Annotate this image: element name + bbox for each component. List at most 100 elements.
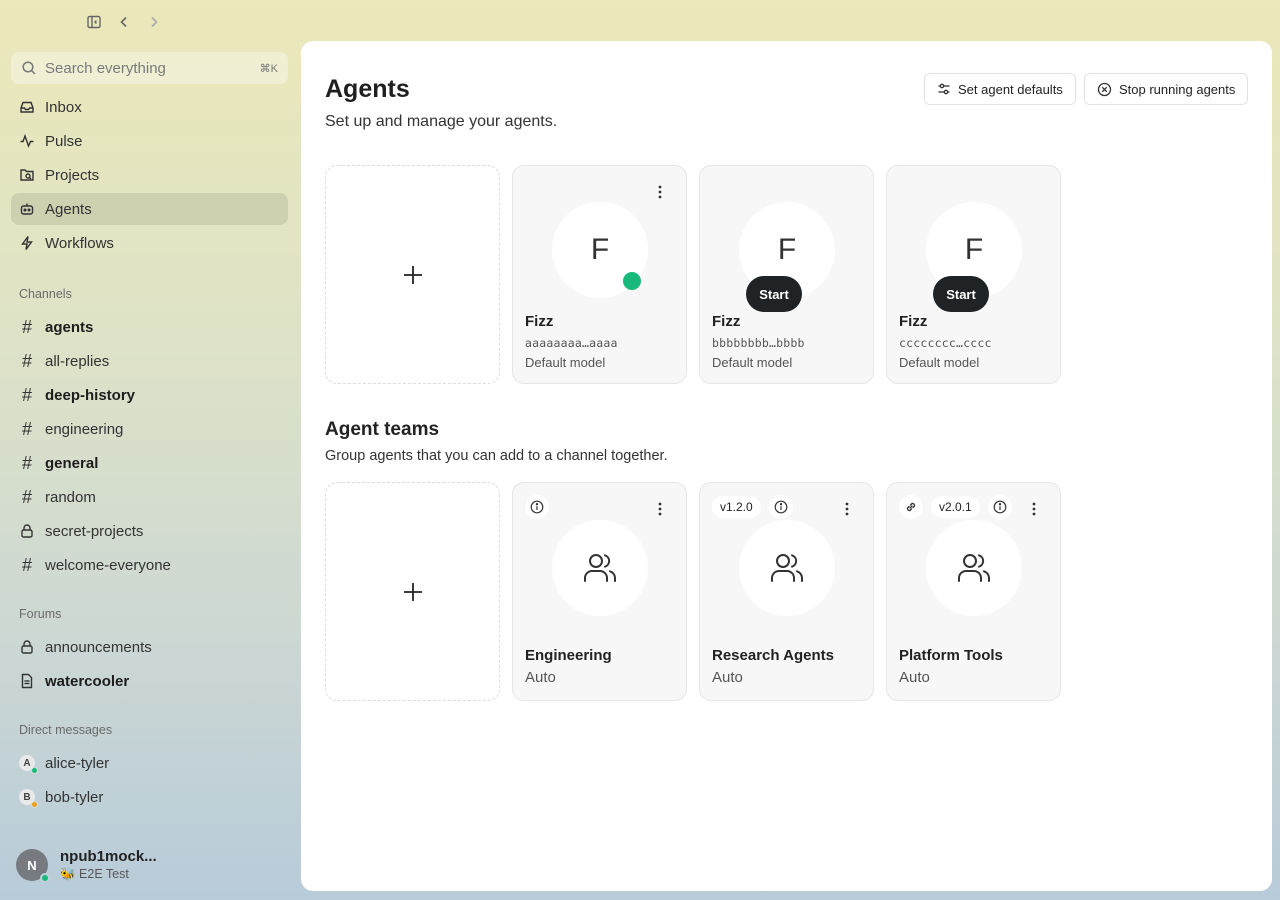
online-status-dot <box>623 272 641 290</box>
sidebar: Search everything ⌘K Inbox Pulse Project… <box>0 0 300 900</box>
search-input[interactable]: Search everything <box>45 60 252 77</box>
sidebar-item-label: welcome-everyone <box>45 556 171 574</box>
agent-key: bbbbbbbb…bbbb <box>712 336 805 350</box>
info-icon[interactable] <box>768 495 793 519</box>
plus-icon <box>402 264 424 286</box>
sidebar-item-channel-all-replies[interactable]: # all-replies <box>11 345 288 377</box>
team-card[interactable]: v1.2.0 Research Agents Auto <box>699 482 874 701</box>
forums-section-title: Forums <box>19 607 62 621</box>
sidebar-item-label: agents <box>45 318 94 336</box>
projects-icon <box>19 167 35 183</box>
sidebar-item-label: engineering <box>45 420 124 438</box>
status-dot <box>31 801 38 808</box>
avatar: B <box>19 789 38 808</box>
sidebar-item-label: Workflows <box>45 234 114 252</box>
lightning-icon <box>19 235 35 251</box>
sidebar-item-channel-agents[interactable]: # agents <box>11 311 288 343</box>
team-avatar <box>926 520 1022 616</box>
avatar: N <box>16 849 50 883</box>
team-avatar <box>739 520 835 616</box>
add-team-card[interactable] <box>325 482 500 701</box>
current-user[interactable]: N npub1mock... 🐝 E2E Test <box>16 848 157 883</box>
main-panel: Agents Set up and manage your agents. Se… <box>301 41 1272 891</box>
team-avatar <box>552 520 648 616</box>
stop-running-agents-label: Stop running agents <box>1119 81 1236 97</box>
agent-card[interactable]: F Start Fizz bbbbbbbb…bbbb Default model <box>699 165 874 384</box>
hash-icon: # <box>21 486 32 507</box>
start-agent-button[interactable]: Start <box>933 276 989 312</box>
close-circle-icon <box>1097 82 1112 97</box>
agent-model: Default model <box>899 355 980 370</box>
sidebar-item-dm-alice-tyler[interactable]: A alice-tyler <box>11 747 288 779</box>
sidebar-item-channel-random[interactable]: # random <box>11 481 288 513</box>
hash-icon: # <box>21 452 32 473</box>
stop-running-agents-button[interactable]: Stop running agents <box>1084 73 1249 105</box>
link-icon[interactable] <box>899 495 923 519</box>
sidebar-item-inbox[interactable]: Inbox <box>11 91 288 123</box>
agent-model: Default model <box>712 355 793 370</box>
sidebar-item-channel-deep-history[interactable]: # deep-history <box>11 379 288 411</box>
sidebar-item-channel-engineering[interactable]: # engineering <box>11 413 288 445</box>
search-bar[interactable]: Search everything ⌘K <box>11 52 288 84</box>
sidebar-item-projects[interactable]: Projects <box>11 159 288 191</box>
start-agent-button[interactable]: Start <box>746 276 802 312</box>
page-subtitle: Set up and manage your agents. <box>325 113 558 130</box>
sidebar-nav: Inbox Pulse Projects Agents Workflows Ch… <box>11 91 288 815</box>
sidebar-item-channel-general[interactable]: # general <box>11 447 288 479</box>
sidebar-item-label: Pulse <box>45 132 83 150</box>
info-icon[interactable] <box>987 495 1012 519</box>
sidebar-item-label: random <box>45 488 96 506</box>
team-name: Research Agents <box>712 647 834 664</box>
more-vertical-icon[interactable] <box>652 184 668 200</box>
sidebar-item-agents[interactable]: Agents <box>11 193 288 225</box>
add-agent-card[interactable] <box>325 165 500 384</box>
sidebar-item-pulse[interactable]: Pulse <box>11 125 288 157</box>
dms-section-title: Direct messages <box>19 723 113 737</box>
set-agent-defaults-label: Set agent defaults <box>958 81 1063 97</box>
status-dot <box>40 873 50 883</box>
more-vertical-icon[interactable] <box>1026 501 1042 517</box>
team-mode: Auto <box>525 669 556 686</box>
version-badge: v2.0.1 <box>931 496 980 518</box>
hash-icon: # <box>21 384 32 405</box>
sidebar-item-label: general <box>45 454 99 472</box>
sidebar-item-workflows[interactable]: Workflows <box>11 227 288 259</box>
info-icon[interactable] <box>525 495 549 519</box>
sidebar-item-label: deep-history <box>45 386 136 404</box>
channels-section-title: Channels <box>19 287 72 301</box>
more-vertical-icon[interactable] <box>652 501 668 517</box>
user-name: npub1mock... <box>60 848 157 865</box>
user-status: 🐝 E2E Test <box>60 867 129 881</box>
sidebar-item-forum-announcements[interactable]: announcements <box>11 631 288 663</box>
agent-name: Fizz <box>899 313 928 330</box>
search-shortcut: ⌘K <box>259 62 278 75</box>
agent-key: aaaaaaaa…aaaa <box>525 336 618 350</box>
team-card[interactable]: v2.0.1 Platform Tools Auto <box>886 482 1061 701</box>
agents-icon <box>19 201 35 217</box>
agent-teams-subtitle: Group agents that you can add to a chann… <box>325 448 668 464</box>
sidebar-item-channel-secret-projects[interactable]: secret-projects <box>11 515 288 547</box>
sidebar-item-forum-watercooler[interactable]: watercooler <box>11 665 288 697</box>
avatar: A <box>19 755 38 774</box>
sidebar-item-label: bob-tyler <box>45 788 104 806</box>
users-icon <box>582 550 618 586</box>
agent-name: Fizz <box>525 313 554 330</box>
version-badge: v1.2.0 <box>712 496 761 518</box>
lock-icon <box>19 639 35 655</box>
sidebar-item-label: Projects <box>45 166 100 184</box>
sidebar-item-label: all-replies <box>45 352 110 370</box>
agent-card[interactable]: F Start Fizz cccccccc…cccc Default model <box>886 165 1061 384</box>
sidebar-item-dm-bob-tyler[interactable]: B bob-tyler <box>11 781 288 813</box>
users-icon <box>956 550 992 586</box>
sidebar-item-label: Inbox <box>45 98 82 116</box>
more-vertical-icon[interactable] <box>839 501 855 517</box>
agent-card[interactable]: F Fizz aaaaaaaa…aaaa Default model <box>512 165 687 384</box>
team-card[interactable]: Engineering Auto <box>512 482 687 701</box>
sidebar-item-channel-welcome-everyone[interactable]: # welcome-everyone <box>11 549 288 581</box>
set-agent-defaults-button[interactable]: Set agent defaults <box>924 73 1076 105</box>
page-title: Agents <box>325 75 410 103</box>
search-icon <box>21 60 37 76</box>
agent-name: Fizz <box>712 313 741 330</box>
sidebar-item-label: announcements <box>45 638 152 656</box>
hash-icon: # <box>21 418 32 439</box>
